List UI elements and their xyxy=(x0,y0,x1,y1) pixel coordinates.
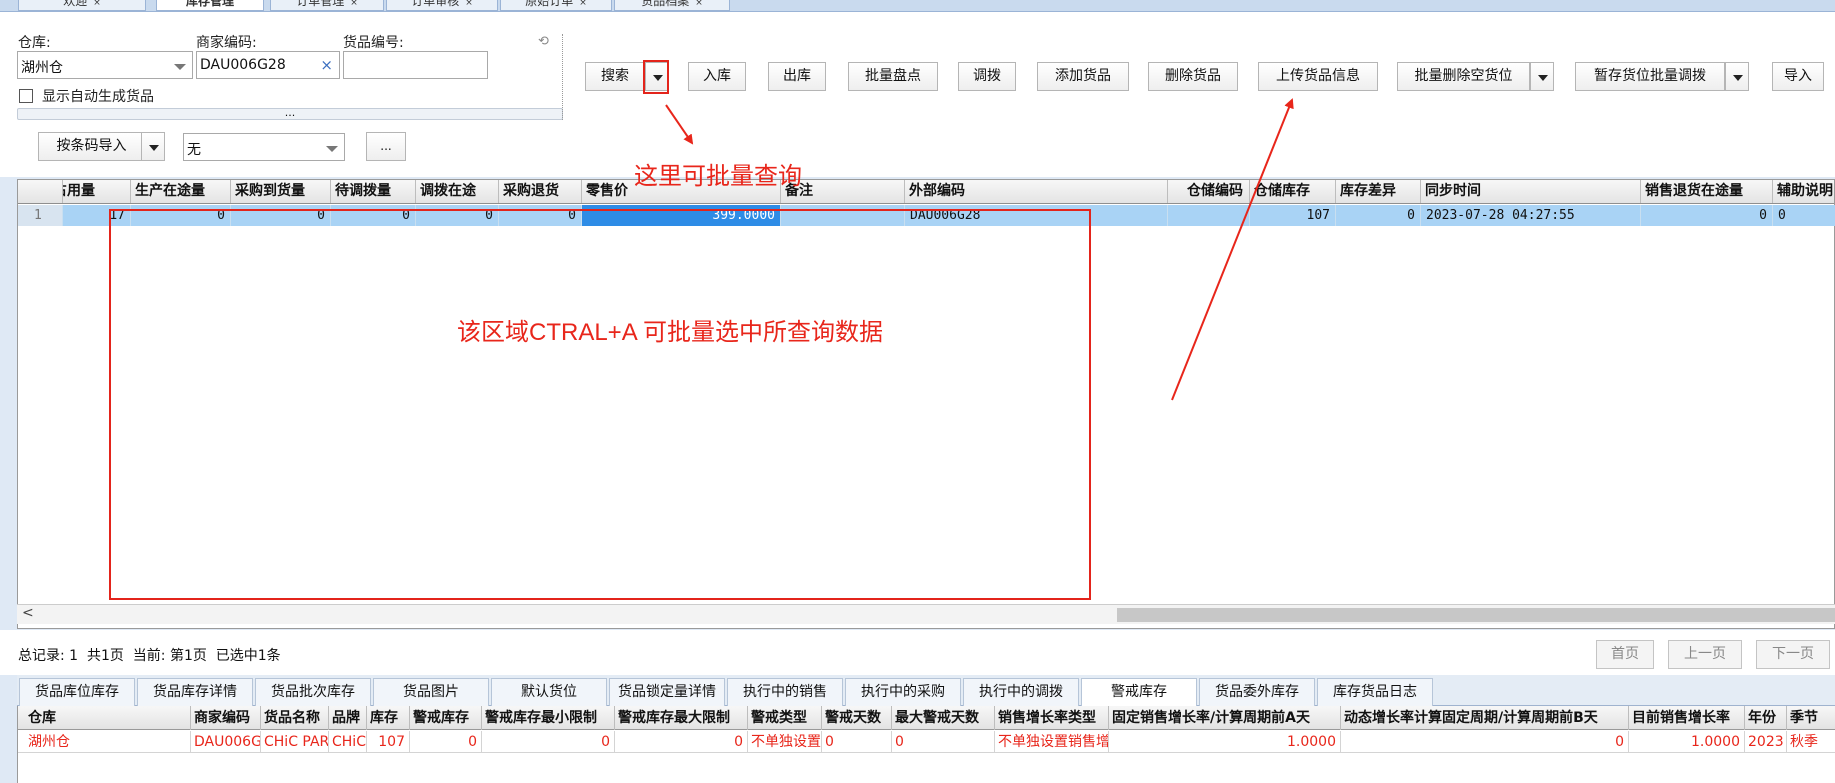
tab-lock-detail[interactable]: 货品锁定量详情 xyxy=(609,678,725,706)
col-header[interactable]: 仓库 xyxy=(18,706,191,730)
col-header[interactable]: 品牌 xyxy=(329,706,367,730)
cell-stock[interactable]: 107 xyxy=(367,731,410,753)
cell-alert-max[interactable]: 0 xyxy=(615,731,748,753)
alert-grid-header: 仓库 商家编码 货品名称 品牌 库存 警戒库存 警戒库存最小限制 警戒库存最大限… xyxy=(18,706,1835,730)
tab-batch-stock[interactable]: 货品批次库存 xyxy=(255,678,371,706)
cell-growth-type[interactable]: 不单独设置销售增长率 xyxy=(995,731,1109,753)
tab-goods-image[interactable]: 货品图片 xyxy=(373,678,489,706)
cell-goods-name[interactable]: CHiC PARIS xyxy=(261,731,329,753)
cell-dynamic-growth[interactable]: 0 xyxy=(1341,731,1629,753)
cell-warehouse[interactable]: 湖州仓 xyxy=(18,731,191,753)
col-header[interactable]: 销售增长率类型 xyxy=(995,706,1109,730)
cell-current-growth[interactable]: 1.0000 xyxy=(1629,731,1745,753)
col-header[interactable]: 警戒类型 xyxy=(748,706,822,730)
tab-outsource-stock[interactable]: 货品委外库存 xyxy=(1199,678,1315,706)
cell-alert-days[interactable]: 0 xyxy=(822,731,892,753)
col-header[interactable]: 库存 xyxy=(367,706,410,730)
col-header[interactable]: 年份 xyxy=(1745,706,1787,730)
first-page-button[interactable]: 首页 xyxy=(1596,640,1654,669)
cell-alert-min[interactable]: 0 xyxy=(482,731,615,753)
col-header[interactable]: 警戒库存最大限制 xyxy=(615,706,748,730)
cell-merchant-code[interactable]: DAU006G28 xyxy=(191,731,261,753)
arrow-to-upload-button xyxy=(1171,98,1294,401)
tab-active-purchase[interactable]: 执行中的采购 xyxy=(845,678,961,706)
tab-default-location[interactable]: 默认货位 xyxy=(491,678,607,706)
tab-alert-stock[interactable]: 警戒库存 xyxy=(1081,678,1197,707)
cell-season[interactable]: 秋季 xyxy=(1787,731,1835,753)
tab-active-sales[interactable]: 执行中的销售 xyxy=(727,678,843,706)
col-header[interactable]: 季节 xyxy=(1787,706,1835,730)
prev-page-button[interactable]: 上一页 xyxy=(1668,640,1742,669)
col-header[interactable]: 动态增长率计算固定周期/计算周期前B天 xyxy=(1341,706,1629,730)
col-header[interactable]: 警戒库存最小限制 xyxy=(482,706,615,730)
col-header[interactable]: 商家编码 xyxy=(191,706,261,730)
col-header[interactable]: 固定销售增长率/计算周期前A天 xyxy=(1109,706,1341,730)
alert-stock-grid[interactable]: 仓库 商家编码 货品名称 品牌 库存 警戒库存 警戒库存最小限制 警戒库存最大限… xyxy=(17,706,1835,783)
cell-max-alert-days[interactable]: 0 xyxy=(892,731,995,753)
cell-alert-stock[interactable]: 0 xyxy=(410,731,482,753)
tab-stock-detail[interactable]: 货品库存详情 xyxy=(137,678,253,706)
cell-year[interactable]: 2023 xyxy=(1745,731,1787,753)
tab-location-stock[interactable]: 货品库位库存 xyxy=(19,678,135,706)
tab-stock-log[interactable]: 库存货品日志 xyxy=(1317,678,1433,706)
next-page-button[interactable]: 下一页 xyxy=(1756,640,1830,669)
record-summary: 总记录: 1 共1页 当前: 第1页 已选中1条 xyxy=(18,648,281,664)
tab-active-transfer[interactable]: 执行中的调拨 xyxy=(963,678,1079,706)
cell-brand[interactable]: CHiC xyxy=(329,731,367,753)
col-header[interactable]: 警戒库存 xyxy=(410,706,482,730)
arrow-to-search-dropdown xyxy=(665,104,694,145)
cell-fixed-growth[interactable]: 1.0000 xyxy=(1109,731,1341,753)
col-header[interactable]: 目前销售增长率 xyxy=(1629,706,1745,730)
col-header[interactable]: 货品名称 xyxy=(261,706,329,730)
table-row[interactable]: 湖州仓 DAU006G28 CHiC PARIS CHiC 107 0 0 0 … xyxy=(18,731,1835,753)
detail-tab-bar: 货品库位库存 货品库存详情 货品批次库存 货品图片 默认货位 货品锁定量详情 执… xyxy=(17,675,1835,707)
cell-alert-type[interactable]: 不单独设置 xyxy=(748,731,822,753)
col-header[interactable]: 最大警戒天数 xyxy=(892,706,995,730)
col-header[interactable]: 警戒天数 xyxy=(822,706,892,730)
